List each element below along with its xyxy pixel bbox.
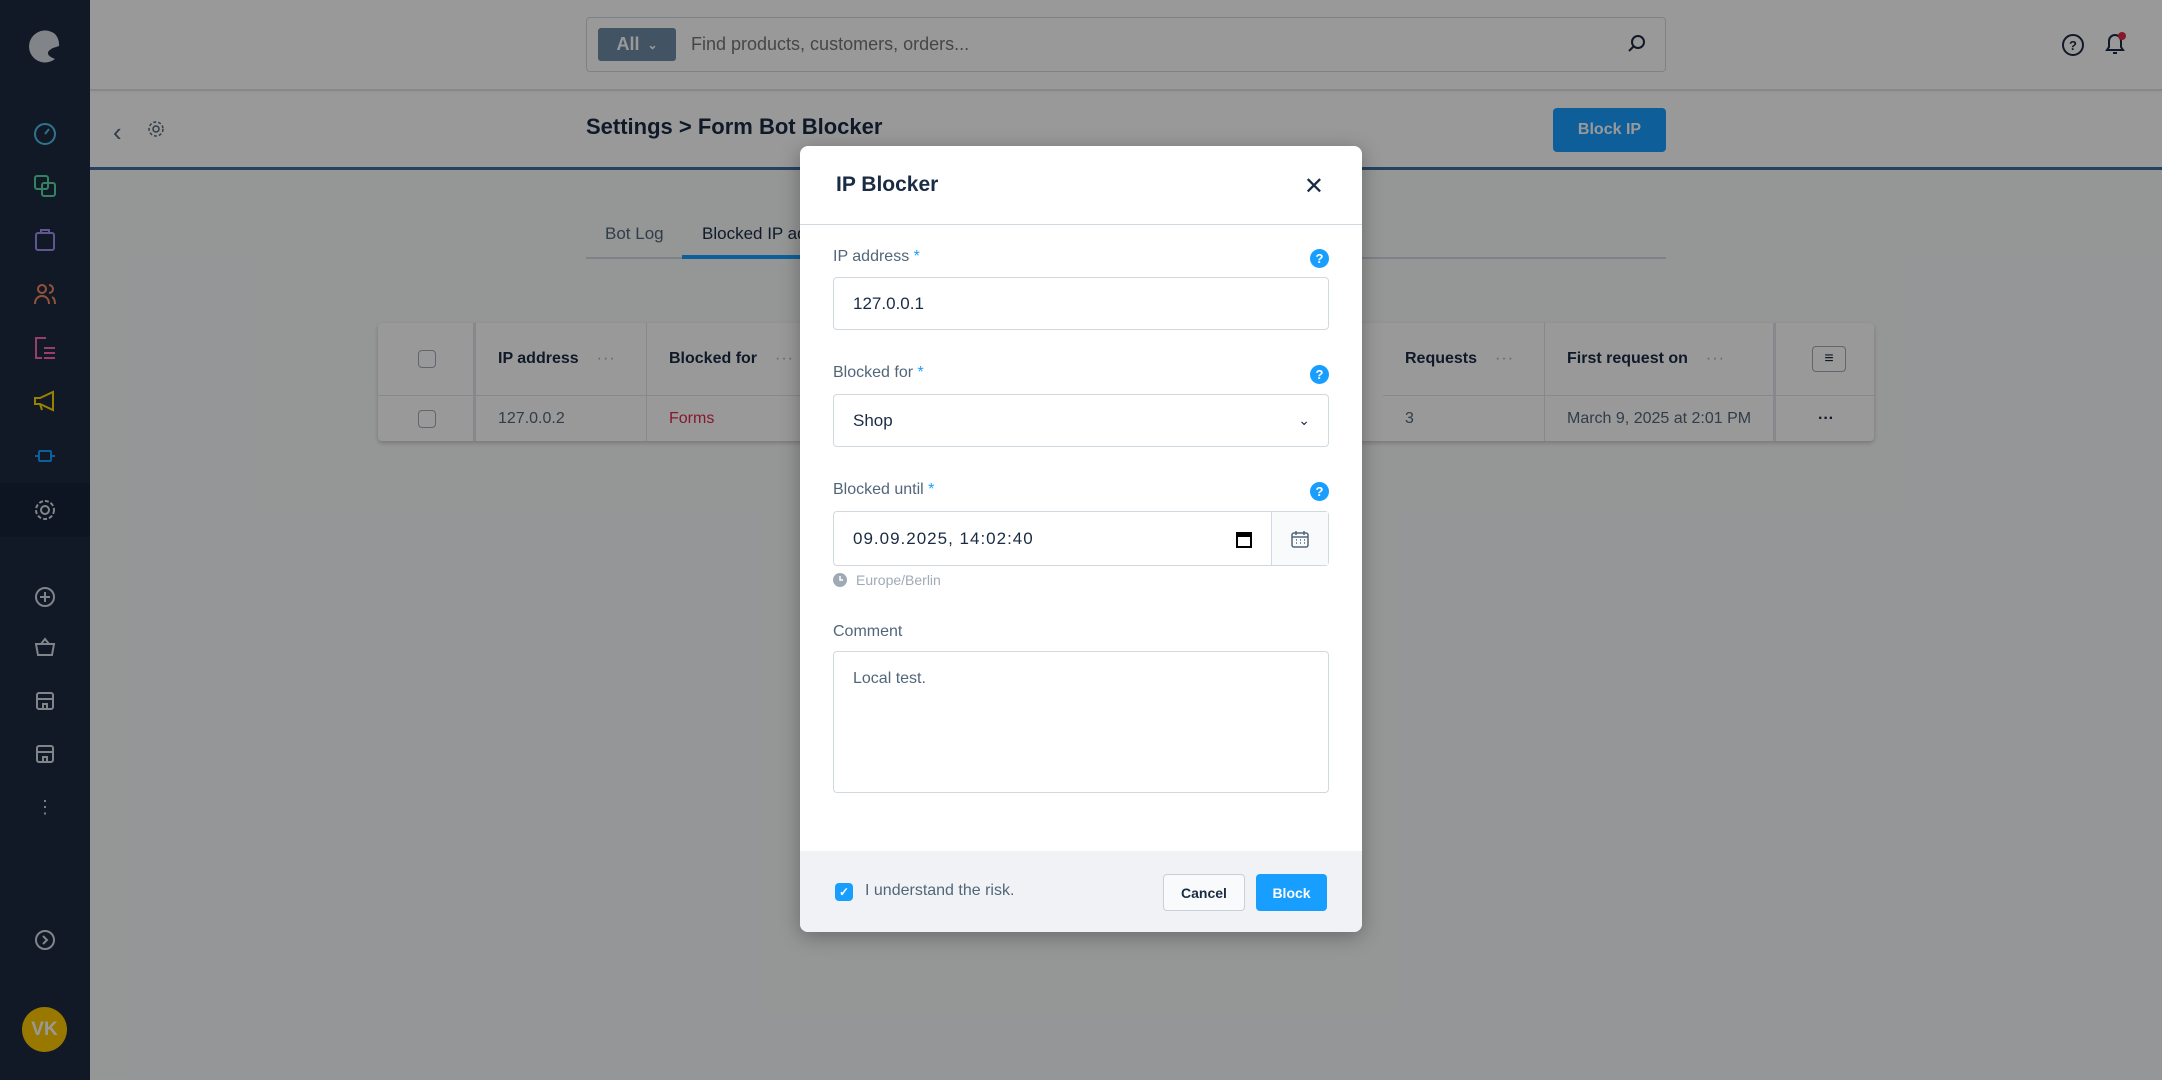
- chevron-down-icon: ⌄: [1298, 412, 1310, 428]
- comment-textarea[interactable]: Local test.: [833, 651, 1329, 793]
- blocked-for-select[interactable]: Shop ⌄: [833, 394, 1329, 447]
- block-button[interactable]: Block: [1256, 874, 1327, 911]
- close-icon[interactable]: ✕: [1304, 172, 1324, 201]
- blocked-until-input[interactable]: 09.09.2025, 14:02:40: [833, 511, 1329, 566]
- modal-header: IP Blocker ✕: [800, 146, 1362, 225]
- cancel-button[interactable]: Cancel: [1163, 874, 1245, 911]
- modal-title: IP Blocker: [836, 173, 939, 196]
- risk-checkbox[interactable]: ✓: [835, 883, 853, 901]
- blocked-until-label: Blocked until *: [833, 481, 935, 498]
- calendar-button[interactable]: [1271, 512, 1328, 565]
- blocked-for-label: Blocked for *: [833, 364, 924, 381]
- blocked-until-value: 09.09.2025, 14:02:40: [853, 528, 1034, 548]
- native-calendar-icon[interactable]: [1236, 530, 1252, 548]
- clock-icon: [833, 573, 847, 587]
- ip-blocker-modal: IP Blocker ✕ IP address * ? 127.0.0.1 Bl…: [800, 146, 1362, 932]
- help-icon[interactable]: ?: [1310, 365, 1329, 384]
- modal-footer: ✓ I understand the risk. Cancel Block: [800, 851, 1362, 932]
- checkmark-icon: ✓: [838, 885, 850, 899]
- blocked-for-value: Shop: [853, 410, 893, 430]
- help-icon[interactable]: ?: [1310, 482, 1329, 501]
- ip-address-input[interactable]: 127.0.0.1: [833, 277, 1329, 330]
- comment-label: Comment: [833, 623, 903, 640]
- risk-checkbox-label[interactable]: I understand the risk.: [865, 882, 1014, 900]
- calendar-icon: [1291, 530, 1309, 548]
- timezone-hint: Europe/Berlin: [833, 572, 941, 588]
- help-icon[interactable]: ?: [1310, 249, 1329, 268]
- ip-address-label: IP address *: [833, 248, 920, 265]
